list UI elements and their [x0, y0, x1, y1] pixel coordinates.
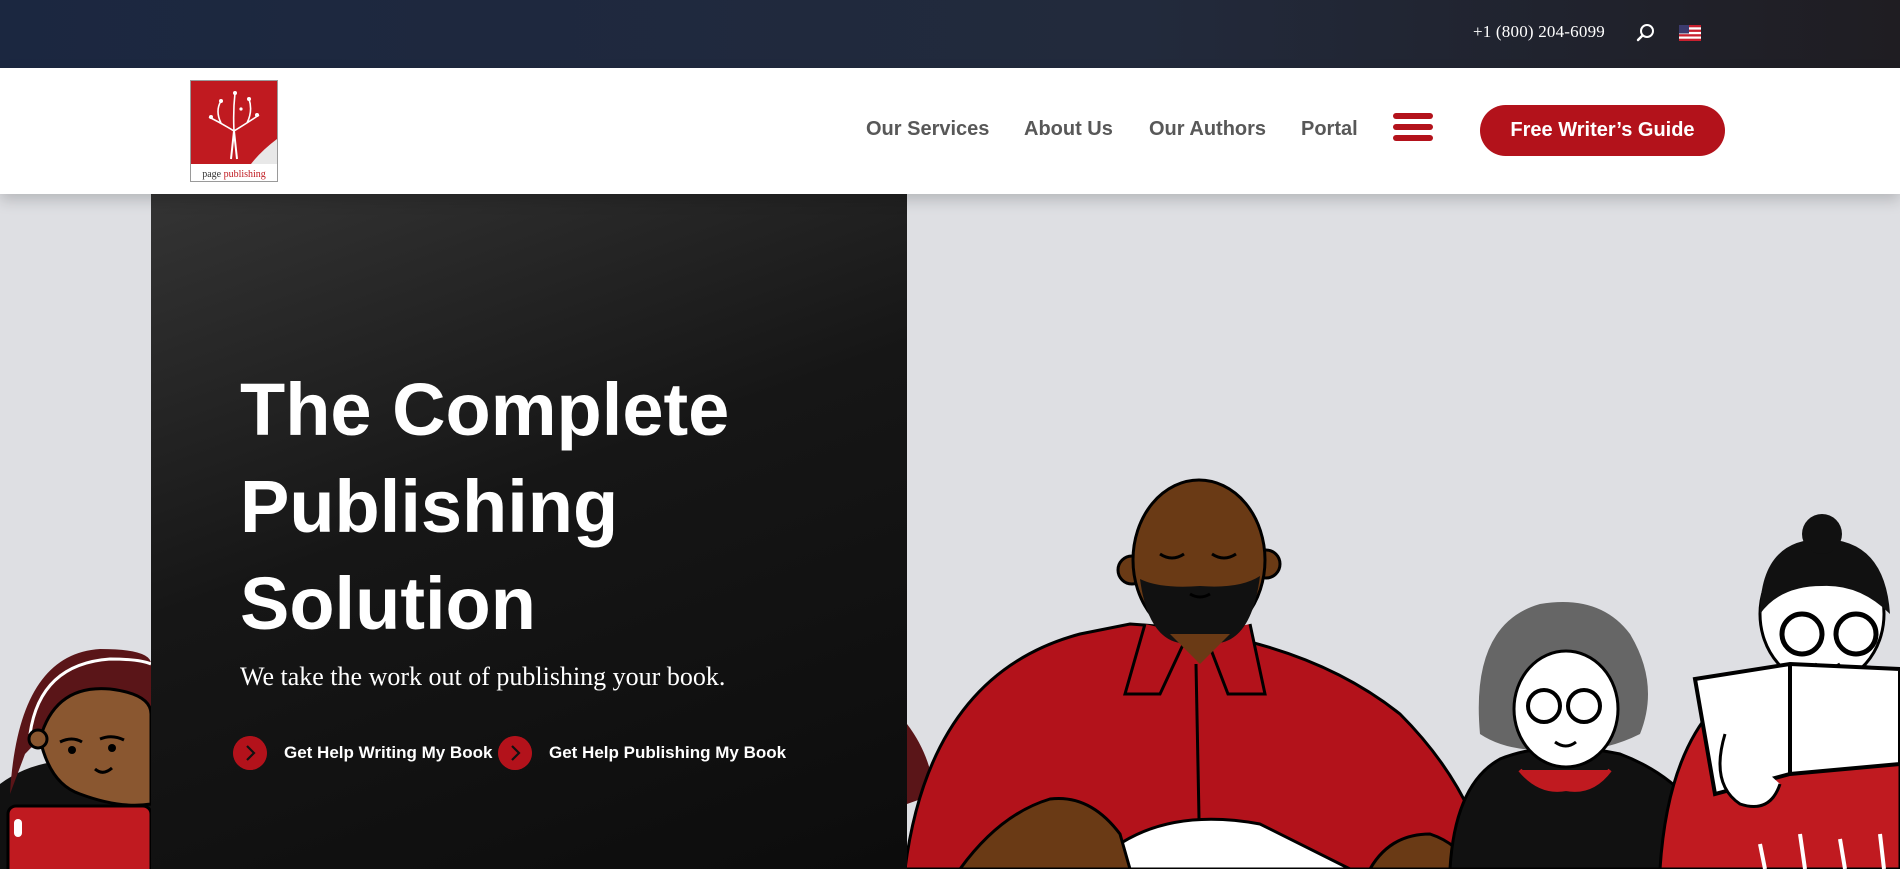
woman-reading-illustration — [1658, 514, 1900, 869]
us-flag-icon[interactable] — [1679, 25, 1701, 41]
search-icon[interactable] — [1636, 23, 1656, 43]
help-writing-label: Get Help Writing My Book — [284, 743, 493, 762]
help-publishing-label: Get Help Publishing My Book — [549, 743, 787, 762]
hero-title-line-3: Solution — [240, 562, 536, 645]
hero-title-line-1: The Complete — [240, 368, 730, 451]
free-writers-guide-button[interactable]: Free Writer’s Guide — [1480, 105, 1725, 156]
logo-word-page: page — [202, 169, 224, 180]
page-publishing-logo[interactable]: page publishing — [190, 80, 278, 182]
hero-tagline: We take the work out of publishing your … — [240, 662, 726, 691]
nav-our-services[interactable]: Our Services — [866, 118, 989, 141]
hero-panel: The Complete Publishing Solution We take… — [151, 194, 907, 869]
logo-word-publishing: publishing — [223, 169, 266, 180]
hero-title-line-2: Publishing — [240, 465, 619, 548]
nav-our-authors[interactable]: Our Authors — [1149, 118, 1266, 141]
hamburger-menu-icon[interactable] — [1393, 113, 1433, 143]
woman-left-illustration — [0, 649, 153, 869]
nav-portal[interactable]: Portal — [1301, 118, 1358, 141]
phone-number-link[interactable]: +1 (800) 204-6099 — [1473, 22, 1605, 42]
nav-about-us[interactable]: About Us — [1024, 118, 1113, 141]
chevron-right-icon — [498, 736, 532, 770]
chevron-right-icon — [233, 736, 267, 770]
main-navigation: page publishing Our Services About Us Ou… — [0, 68, 1900, 194]
logo-wordmark: page publishing — [191, 169, 277, 180]
tree-logo-icon — [191, 81, 277, 164]
hero-title: The Complete Publishing Solution — [240, 361, 840, 652]
man-reading-illustration — [903, 478, 1492, 869]
top-bar: +1 (800) 204-6099 — [0, 0, 1900, 68]
